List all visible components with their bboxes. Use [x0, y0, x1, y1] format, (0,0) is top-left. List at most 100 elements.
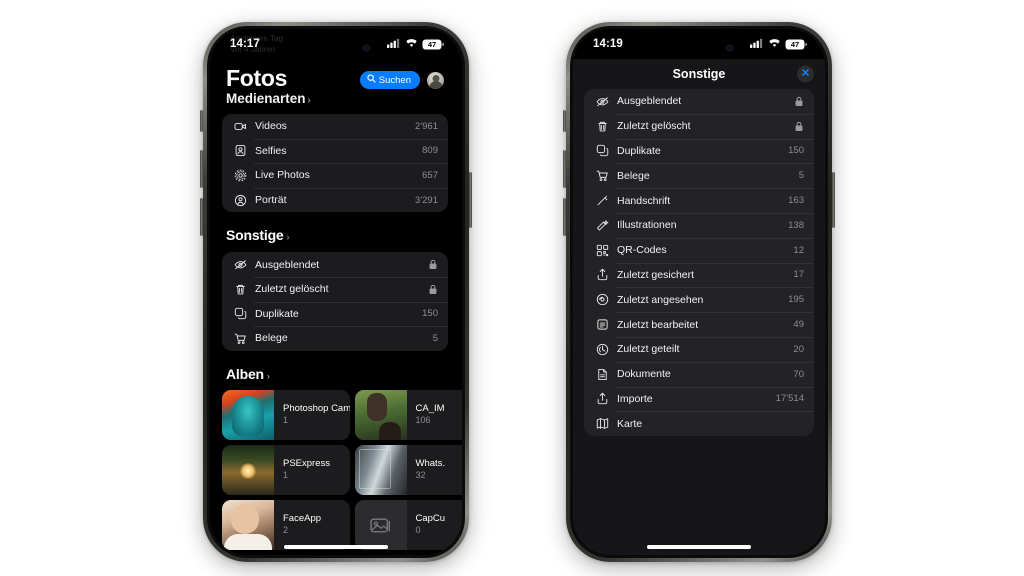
avatar[interactable]: [427, 71, 444, 89]
media-type-row[interactable]: Selfies 809: [222, 138, 448, 164]
sonstige-item-count: 49: [793, 319, 804, 331]
wifi-icon: [768, 35, 781, 53]
sonstige-item-count: 5: [798, 170, 804, 182]
sonstige-item-count: 138: [788, 219, 804, 231]
battery-percent: 47: [427, 39, 437, 49]
handwriting-icon: [595, 194, 609, 207]
album-name: Photoshop Camera: [283, 402, 350, 414]
dynamic-island: [292, 36, 380, 59]
album-card[interactable]: CapCu 0: [354, 499, 462, 550]
sonstige-item-row[interactable]: Zuletzt angesehen 195: [584, 287, 814, 312]
album-count: 0: [415, 524, 421, 535]
sonstige-item-label: Belege: [255, 332, 288, 345]
sonstige-item-label: Zuletzt gelöscht: [255, 283, 329, 296]
media-type-row[interactable]: Porträt 3'291: [222, 187, 448, 213]
album-meta: PSExpress 1: [274, 445, 330, 495]
search-icon: [367, 74, 376, 86]
sonstige-section-header[interactable]: Sonstige ›: [210, 212, 458, 244]
sonstige-item-label: Belege: [617, 169, 650, 182]
silent-switch[interactable]: [200, 110, 203, 132]
status-time: 14:19: [593, 38, 623, 50]
album-meta: Photoshop Camera 1: [274, 390, 350, 440]
duplicate-icon: [233, 307, 247, 320]
home-indicator[interactable]: [647, 545, 751, 549]
sonstige-sheet: Sonstige ✕ Ausgeblendet Zuletzt gelöscht…: [573, 59, 825, 555]
sonstige-item-row[interactable]: Zuletzt gesichert 17: [584, 262, 814, 288]
sheet-title: Sonstige: [672, 67, 726, 81]
video-icon: [233, 120, 247, 133]
photos-scroll-area[interactable]: Fotos Medienarten › Suchen Videos 2'961 …: [210, 59, 462, 555]
album-card[interactable]: FaceApp 2: [222, 499, 350, 550]
volume-down-button[interactable]: [563, 198, 566, 236]
album-count: 1: [283, 469, 289, 480]
album-count: 1: [283, 414, 289, 425]
front-camera-icon: [363, 44, 370, 51]
album-name: CA_IM: [415, 402, 445, 414]
sonstige-full-list: Ausgeblendet Zuletzt gelöscht Duplikate …: [584, 89, 814, 437]
receipt-icon: [233, 332, 247, 345]
album-card[interactable]: Whats. 32: [354, 444, 462, 495]
media-type-row[interactable]: Live Photos 657: [222, 163, 448, 188]
album-card[interactable]: Photoshop Camera 1: [222, 389, 350, 440]
viewed-icon: [595, 293, 609, 306]
sonstige-item-row[interactable]: Duplikate 150: [584, 138, 814, 164]
sonstige-header-label: Sonstige: [226, 227, 284, 244]
sonstige-item-label: Karte: [617, 417, 643, 430]
media-type-row[interactable]: Videos 2'961: [222, 114, 448, 139]
sonstige-item-label: QR-Codes: [617, 244, 667, 257]
volume-down-button[interactable]: [200, 198, 203, 236]
alben-section-header[interactable]: Alben ›: [210, 351, 458, 383]
dynamic-island: [655, 36, 743, 59]
sonstige-item-row[interactable]: Belege 5: [222, 326, 448, 351]
cellular-bars-icon: [387, 35, 401, 53]
album-name: PSExpress: [283, 457, 330, 469]
album-thumbnail: [354, 389, 407, 440]
lock-icon: [428, 259, 438, 270]
sonstige-item-row[interactable]: Importe 17'514: [584, 386, 814, 412]
sonstige-item-count: 17: [793, 269, 804, 281]
trash-icon: [233, 283, 247, 296]
sonstige-item-row[interactable]: Karte: [584, 411, 814, 436]
sonstige-item-row[interactable]: Belege 5: [584, 163, 814, 188]
sonstige-item-row[interactable]: Ausgeblendet: [222, 252, 448, 277]
power-button[interactable]: [832, 172, 835, 228]
edited-icon: [595, 318, 609, 331]
volume-up-button[interactable]: [563, 150, 566, 188]
power-button[interactable]: [469, 172, 472, 228]
sonstige-item-row[interactable]: Dokumente 70: [584, 361, 814, 387]
silent-switch[interactable]: [563, 110, 566, 132]
left-phone-device: An diesem Tag Vor 4 Jahren 14:17 47 Foto…: [200, 22, 472, 562]
sonstige-item-row[interactable]: Illustrationen 138: [584, 212, 814, 238]
volume-up-button[interactable]: [200, 150, 203, 188]
photos-header: Fotos Medienarten › Suchen: [210, 59, 458, 106]
search-button[interactable]: Suchen: [359, 71, 420, 89]
sonstige-item-label: Zuletzt gelöscht: [617, 120, 691, 133]
album-name: FaceApp: [283, 512, 322, 524]
subtitle-label: Medienarten: [226, 91, 306, 106]
wifi-icon: [405, 35, 418, 53]
portrait-icon: [233, 194, 247, 207]
sonstige-item-row[interactable]: Zuletzt bearbeitet 49: [584, 312, 814, 337]
media-type-label: Selfies: [255, 144, 287, 157]
album-card[interactable]: PSExpress 1: [222, 444, 350, 495]
subtitle-medienarten[interactable]: Medienarten ›: [226, 91, 311, 106]
album-card[interactable]: CA_IM 106: [354, 389, 462, 440]
import-icon: [595, 392, 609, 405]
sonstige-item-label: Zuletzt geteilt: [617, 343, 680, 356]
album-meta: FaceApp 2: [274, 500, 321, 550]
lock-icon: [428, 284, 438, 295]
lock-icon: [794, 96, 804, 107]
sonstige-item-row[interactable]: Handschrift 163: [584, 188, 814, 213]
home-indicator[interactable]: [284, 545, 388, 549]
sonstige-item-row[interactable]: Zuletzt gelöscht: [584, 113, 814, 139]
sonstige-item-row[interactable]: Ausgeblendet: [584, 89, 814, 114]
livephoto-icon: [233, 169, 247, 182]
sonstige-item-row[interactable]: Zuletzt geteilt 20: [584, 336, 814, 362]
eye-slash-icon: [233, 258, 247, 271]
sonstige-item-row[interactable]: Zuletzt gelöscht: [222, 276, 448, 302]
close-button[interactable]: ✕: [797, 65, 814, 83]
sonstige-list: Ausgeblendet Zuletzt gelöscht Duplikate …: [222, 252, 448, 351]
sonstige-item-row[interactable]: Duplikate 150: [222, 301, 448, 327]
sonstige-item-row[interactable]: QR-Codes 12: [584, 237, 814, 263]
album-count: 32: [415, 469, 426, 480]
